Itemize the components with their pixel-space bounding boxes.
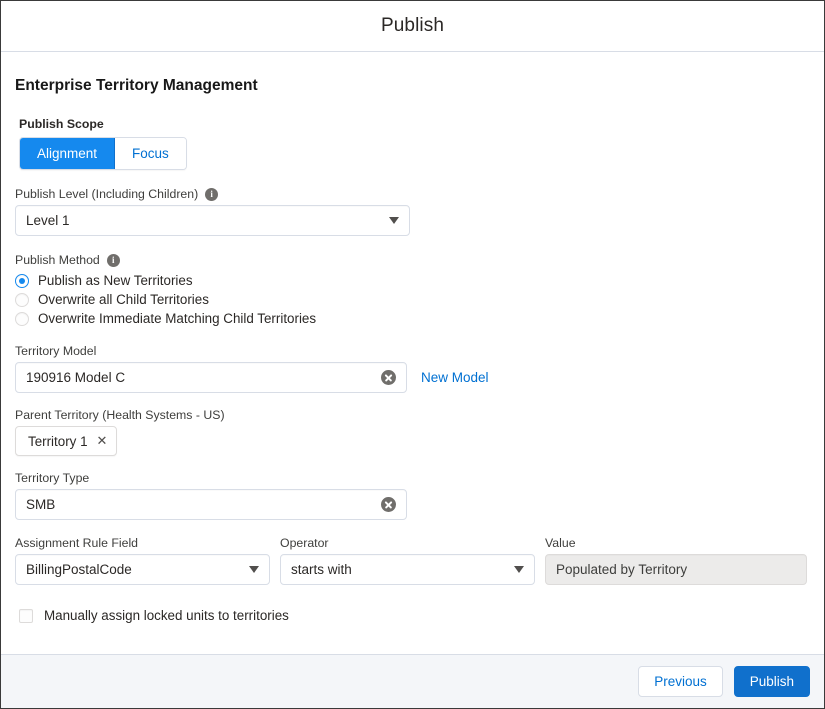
publish-method-label-text: Publish Method bbox=[15, 253, 100, 267]
publish-modal: Publish Enterprise Territory Management … bbox=[0, 0, 825, 709]
publish-scope-label: Publish Scope bbox=[19, 117, 104, 131]
checkbox-label: Manually assign locked units to territor… bbox=[44, 608, 289, 623]
parent-territory-group: Parent Territory (Health Systems - US) T… bbox=[15, 408, 810, 456]
publish-level-label-text: Publish Level (Including Children) bbox=[15, 187, 199, 201]
value-group: Value Populated by Territory bbox=[545, 536, 810, 585]
publish-level-value: Level 1 bbox=[26, 213, 70, 228]
chevron-down-icon bbox=[514, 566, 524, 573]
radio-overwrite-immediate-matching-child-territories[interactable]: Overwrite Immediate Matching Child Terri… bbox=[15, 309, 810, 328]
radio-publish-as-new-territories[interactable]: Publish as New Territories bbox=[15, 271, 810, 290]
assignment-rule-field-value: BillingPostalCode bbox=[26, 562, 132, 577]
publish-button[interactable]: Publish bbox=[733, 666, 810, 697]
parent-territory-pill[interactable]: Territory 1 ✕ bbox=[15, 426, 118, 456]
territory-type-value: SMB bbox=[26, 497, 56, 512]
value-input: Populated by Territory bbox=[545, 554, 807, 585]
operator-select[interactable]: starts with bbox=[280, 554, 535, 585]
assignment-rule-row: Assignment Rule Field BillingPostalCode … bbox=[15, 536, 810, 585]
parent-territory-pill-label: Territory 1 bbox=[28, 433, 88, 449]
assignment-rule-field-label: Assignment Rule Field bbox=[15, 536, 139, 550]
chevron-down-icon bbox=[249, 566, 259, 573]
parent-territory-label: Parent Territory (Health Systems - US) bbox=[15, 408, 225, 422]
radio-indicator bbox=[15, 292, 29, 307]
territory-type-label: Territory Type bbox=[15, 471, 90, 485]
new-model-link[interactable]: New Model bbox=[421, 370, 489, 385]
operator-label: Operator bbox=[280, 536, 329, 550]
radio-label: Publish as New Territories bbox=[38, 273, 193, 288]
modal-body: Enterprise Territory Management Publish … bbox=[1, 52, 824, 655]
modal-footer: Previous Publish bbox=[1, 654, 824, 708]
scope-option-alignment[interactable]: Alignment bbox=[20, 138, 116, 169]
info-icon[interactable]: i bbox=[106, 253, 120, 267]
info-icon[interactable]: i bbox=[205, 187, 219, 201]
value-label: Value bbox=[545, 536, 576, 550]
publish-scope-toggle: Alignment Focus bbox=[19, 137, 187, 170]
publish-level-select[interactable]: Level 1 bbox=[15, 205, 410, 236]
publish-level-label: Publish Level (Including Children) i bbox=[15, 187, 810, 201]
modal-title: Publish bbox=[380, 15, 445, 36]
publish-method-group: Publish Method i Publish as New Territor… bbox=[15, 253, 810, 328]
clear-icon[interactable] bbox=[381, 370, 396, 385]
clear-icon[interactable] bbox=[381, 497, 396, 512]
territory-model-row: 190916 Model C New Model bbox=[15, 362, 810, 393]
territory-model-value: 190916 Model C bbox=[26, 370, 126, 385]
territory-model-label: Territory Model bbox=[15, 344, 97, 358]
assignment-rule-field-select[interactable]: BillingPostalCode bbox=[15, 554, 270, 585]
territory-model-group: Territory Model 190916 Model C New Model bbox=[15, 344, 810, 393]
scope-option-focus[interactable]: Focus bbox=[115, 138, 186, 169]
publish-method-radios: Publish as New Territories Overwrite all… bbox=[15, 271, 810, 328]
section-heading: Enterprise Territory Management bbox=[15, 77, 258, 94]
previous-button[interactable]: Previous bbox=[638, 666, 723, 697]
modal-header: Publish bbox=[1, 1, 824, 52]
publish-scope-group: Publish Scope Alignment Focus bbox=[19, 117, 810, 170]
radio-indicator bbox=[15, 311, 29, 326]
chevron-down-icon bbox=[389, 217, 399, 224]
publish-method-label: Publish Method i bbox=[15, 253, 810, 267]
manually-assign-locked-units-checkbox[interactable]: Manually assign locked units to territor… bbox=[19, 608, 810, 623]
publish-level-group: Publish Level (Including Children) i Lev… bbox=[15, 187, 810, 236]
territory-type-group: Territory Type SMB bbox=[15, 471, 810, 520]
territory-model-input[interactable]: 190916 Model C bbox=[15, 362, 407, 393]
operator-value: starts with bbox=[291, 562, 352, 577]
value-text: Populated by Territory bbox=[556, 562, 688, 577]
close-icon[interactable]: ✕ bbox=[97, 435, 108, 448]
assignment-rule-field-group: Assignment Rule Field BillingPostalCode bbox=[15, 536, 280, 585]
radio-label: Overwrite all Child Territories bbox=[38, 292, 209, 307]
radio-indicator bbox=[15, 273, 29, 288]
radio-overwrite-all-child-territories[interactable]: Overwrite all Child Territories bbox=[15, 290, 810, 309]
territory-type-input[interactable]: SMB bbox=[15, 489, 407, 520]
operator-group: Operator starts with bbox=[280, 536, 545, 585]
checkbox-indicator bbox=[19, 608, 33, 623]
radio-label: Overwrite Immediate Matching Child Terri… bbox=[38, 311, 317, 326]
